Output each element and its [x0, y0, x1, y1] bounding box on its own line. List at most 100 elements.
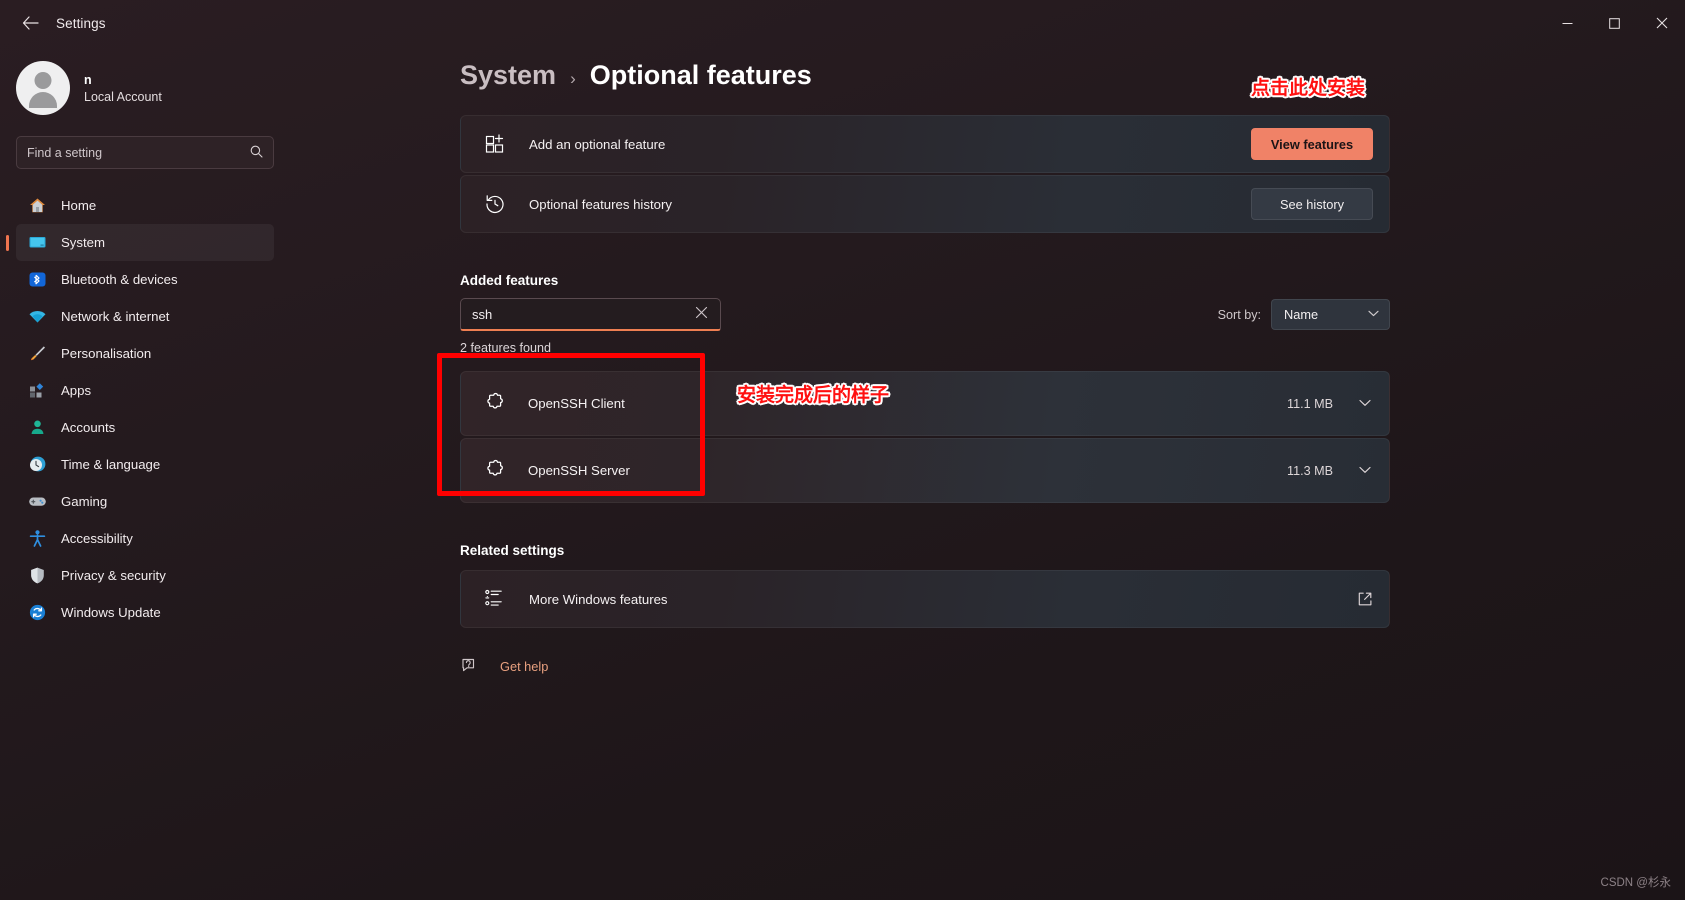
settings-window: Settings n Local Account Find a setting … — [0, 0, 1685, 900]
main-content: System › Optional features Add an option… — [290, 46, 1685, 900]
sidebar-item-label: Gaming — [61, 494, 108, 509]
get-help-block[interactable]: Get help — [460, 656, 1685, 676]
see-history-button[interactable]: See history — [1251, 188, 1373, 220]
sidebar-item-bluetooth[interactable]: Bluetooth & devices — [16, 261, 274, 298]
feature-search-box[interactable] — [460, 298, 721, 331]
sidebar-item-privacy-security[interactable]: Privacy & security — [16, 557, 274, 594]
sidebar-item-label: Bluetooth & devices — [61, 272, 178, 287]
annotation-after-install: 安装完成后的样子 — [737, 384, 890, 406]
sidebar-item-label: System — [61, 235, 105, 250]
chevron-down-icon[interactable] — [1359, 465, 1371, 477]
search-icon — [250, 145, 263, 161]
close-icon[interactable] — [692, 306, 711, 322]
account-type: Local Account — [84, 89, 162, 104]
gamepad-icon — [28, 492, 47, 511]
display-icon — [28, 233, 47, 252]
sidebar-item-label: Apps — [61, 383, 92, 398]
account-name: n — [84, 72, 92, 87]
row-label: More Windows features — [529, 591, 668, 607]
sidebar-item-label: Windows Update — [61, 605, 161, 620]
maximize-icon — [1609, 17, 1620, 29]
sidebar-item-system[interactable]: System — [16, 224, 274, 261]
apps-icon — [28, 381, 47, 400]
added-features-heading: Added features — [460, 273, 559, 288]
breadcrumb-separator: › — [570, 69, 576, 88]
feature-name: OpenSSH Server — [528, 463, 630, 478]
search-input[interactable] — [27, 145, 250, 160]
feature-size: 11.3 MB — [1287, 463, 1333, 478]
optional-features-history-card: Optional features history See history — [460, 175, 1390, 233]
sidebar-item-label: Time & language — [61, 457, 161, 472]
title-bar: Settings — [0, 0, 1685, 46]
sidebar-item-home[interactable]: Home — [16, 187, 274, 224]
more-windows-features-row[interactable]: More Windows features — [460, 570, 1390, 628]
breadcrumb: System › Optional features — [460, 60, 1685, 91]
person-icon — [28, 418, 47, 437]
feature-row-openssh-server[interactable]: OpenSSH Server 11.3 MB — [460, 438, 1390, 503]
related-settings-list: More Windows features — [460, 570, 1390, 628]
get-help-link[interactable]: Get help — [500, 659, 548, 674]
maximize-button[interactable] — [1591, 0, 1638, 46]
add-optional-feature-card: Add an optional feature View features — [460, 115, 1390, 173]
home-icon — [28, 196, 47, 215]
sidebar-item-time-language[interactable]: Time & language — [16, 446, 274, 483]
window-title: Settings — [56, 15, 106, 31]
open-external-icon[interactable] — [1357, 591, 1373, 607]
sidebar-item-label: Personalisation — [61, 346, 152, 361]
top-cards: Add an optional feature View features Op… — [460, 115, 1390, 233]
features-found-text: 2 features found — [460, 341, 552, 355]
sort-value: Name — [1284, 307, 1319, 322]
close-icon — [1656, 17, 1667, 29]
feature-row-openssh-client[interactable]: OpenSSH Client 11.1 MB — [460, 371, 1390, 436]
sidebar-item-label: Privacy & security — [61, 568, 166, 583]
added-features-list: OpenSSH Client 11.1 MB OpenSSH Server 11… — [460, 371, 1390, 503]
view-features-button[interactable]: View features — [1251, 128, 1373, 160]
close-button[interactable] — [1638, 0, 1685, 46]
clock-globe-icon — [28, 455, 47, 474]
account-block[interactable]: n Local Account — [0, 46, 274, 120]
sort-control: Sort by: Name — [1218, 299, 1390, 330]
annotation-click-here-to-install: 点击此处安装 — [1251, 77, 1366, 99]
sidebar-item-accessibility[interactable]: Accessibility — [16, 520, 274, 557]
update-refresh-icon — [28, 603, 47, 622]
breadcrumb-parent[interactable]: System — [460, 60, 556, 91]
window-controls — [1544, 0, 1685, 46]
back-button[interactable] — [10, 7, 50, 39]
sidebar-item-label: Accessibility — [61, 531, 133, 546]
sidebar-item-label: Network & internet — [61, 309, 170, 324]
list-settings-icon — [483, 587, 507, 611]
related-settings-heading: Related settings — [460, 543, 565, 558]
sidebar-search[interactable] — [16, 136, 274, 169]
minimize-button[interactable] — [1544, 0, 1591, 46]
watermark: CSDN @杉永 — [1600, 877, 1671, 889]
sidebar-item-windows-update[interactable]: Windows Update — [16, 594, 274, 631]
accessibility-icon — [28, 529, 47, 548]
feature-size: 11.1 MB — [1287, 396, 1333, 411]
sidebar-item-apps[interactable]: Apps — [16, 372, 274, 409]
sidebar-item-gaming[interactable]: Gaming — [16, 483, 274, 520]
chevron-down-icon — [1368, 309, 1379, 320]
feature-name: OpenSSH Client — [528, 396, 625, 411]
puzzle-piece-icon — [483, 459, 506, 482]
feature-search-input[interactable] — [472, 306, 692, 322]
history-clock-icon — [483, 192, 507, 216]
sidebar-nav: Home System Bluetooth & devices Network … — [0, 187, 274, 631]
sidebar: n Local Account Find a setting Home Syst… — [0, 46, 290, 900]
card-label: Add an optional feature — [529, 136, 666, 152]
chevron-down-icon[interactable] — [1359, 398, 1371, 410]
shield-icon — [28, 566, 47, 585]
bluetooth-icon — [28, 270, 47, 289]
minimize-icon — [1562, 22, 1573, 24]
back-arrow-icon — [22, 16, 39, 30]
page-title: Optional features — [589, 60, 812, 90]
avatar — [16, 61, 70, 115]
sidebar-item-label: Home — [61, 198, 97, 213]
sidebar-item-accounts[interactable]: Accounts — [16, 409, 274, 446]
add-feature-grid-icon — [483, 132, 507, 156]
sort-by-dropdown[interactable]: Name — [1271, 299, 1390, 330]
sidebar-item-personalisation[interactable]: Personalisation — [16, 335, 274, 372]
help-question-icon — [460, 656, 480, 676]
wifi-icon — [28, 307, 47, 326]
card-label: Optional features history — [529, 196, 672, 212]
sidebar-item-network[interactable]: Network & internet — [16, 298, 274, 335]
